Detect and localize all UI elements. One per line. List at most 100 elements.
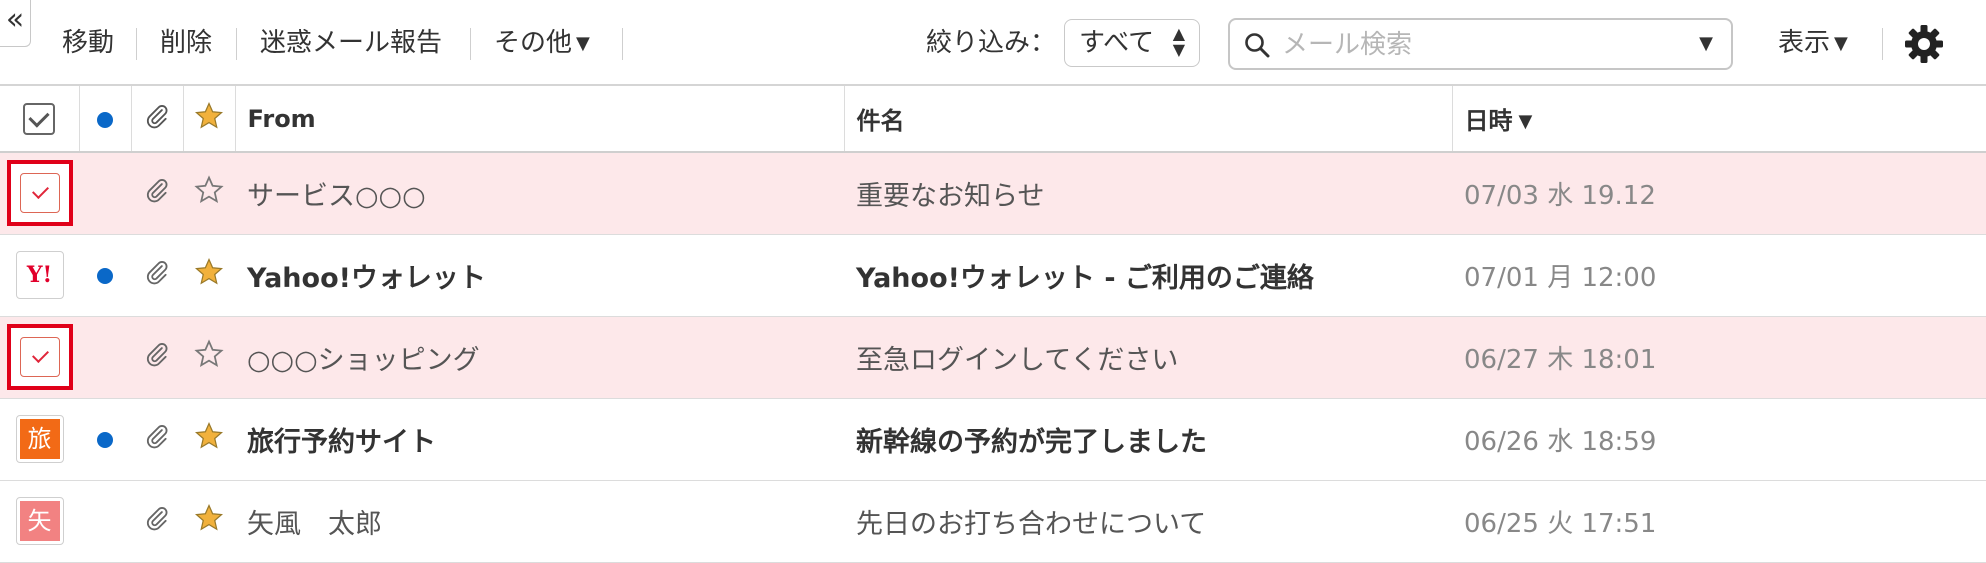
caret-down-icon: ▼ <box>576 33 590 54</box>
star-cell[interactable] <box>183 316 235 398</box>
toolbar-divider <box>136 28 137 60</box>
star-cell[interactable] <box>183 234 235 316</box>
unread-cell[interactable] <box>79 316 131 398</box>
paperclip-icon <box>146 260 168 284</box>
search-options-dropdown-icon[interactable]: ▼ <box>1699 33 1713 54</box>
row-select-cell: Y! <box>0 234 79 316</box>
move-button[interactable]: 移動 <box>62 20 114 66</box>
select-all-checkbox[interactable] <box>23 102 56 135</box>
paperclip-icon <box>146 424 168 448</box>
toolbar-divider <box>1882 28 1883 60</box>
star-icon <box>194 101 224 129</box>
attachment-cell <box>131 316 183 398</box>
mail-row[interactable]: サービス○○○ 重要なお知らせ 07/03 水 19.12 <box>0 152 1986 234</box>
gear-icon[interactable] <box>1904 24 1944 64</box>
view-menu-button[interactable]: 表示 ▼ <box>1778 20 1848 66</box>
toolbar-divider <box>236 28 237 60</box>
more-menu-label: その他 <box>494 28 573 58</box>
search-icon <box>1245 33 1270 58</box>
row-select-cell <box>0 316 79 398</box>
row-from: 矢風 太郎 <box>247 508 382 540</box>
subject-header-label: 件名 <box>856 107 905 135</box>
star-cell[interactable] <box>183 398 235 480</box>
select-arrows-icon: ▲ ▼ <box>1172 24 1185 59</box>
attachment-column-header[interactable] <box>131 86 184 153</box>
star-cell[interactable] <box>183 480 235 562</box>
toolbar-divider <box>470 28 471 60</box>
row-from: ○○○ショッピング <box>247 344 480 376</box>
row-from: 旅行予約サイト <box>247 426 436 458</box>
star-filled-icon <box>194 257 224 285</box>
paperclip-icon <box>146 178 168 203</box>
row-subject[interactable]: 先日のお打ち合わせについて <box>844 480 1452 562</box>
avatar-initial: 旅 <box>19 419 60 459</box>
row-checkbox-checked[interactable] <box>6 160 73 227</box>
search-input[interactable] <box>1280 28 1664 62</box>
row-subject[interactable]: 至急ログインしてください <box>844 316 1452 398</box>
row-subject[interactable]: Yahoo!ウォレット - ご利用のご連絡 <box>844 234 1452 316</box>
star-filled-icon <box>194 503 224 531</box>
mail-search-box[interactable]: ▼ <box>1228 18 1733 70</box>
paperclip-icon <box>146 506 168 530</box>
select-all-cell <box>0 86 80 153</box>
row-date: 06/25 火 17:51 <box>1464 508 1657 539</box>
unread-cell[interactable] <box>79 398 131 480</box>
filter-select[interactable]: すべて ▲ ▼ <box>1064 19 1200 67</box>
row-from: Yahoo!ウォレット <box>247 262 486 294</box>
spam-report-button[interactable]: 迷惑メール報告 <box>260 20 442 66</box>
row-date: 06/27 木 18:01 <box>1464 344 1657 375</box>
collapse-sidebar-button[interactable]: « <box>0 0 31 47</box>
row-select-cell <box>0 152 79 234</box>
caret-down-icon: ▼ <box>1834 33 1848 54</box>
avatar-initial: 矢 <box>19 501 60 541</box>
toolbar-divider <box>622 28 623 60</box>
date-column-header[interactable]: 日時 ▼ <box>1452 86 1986 153</box>
mail-list-table: From 件名 日時 ▼ サービス○○○ 重要なお知らせ 07/03 水 19.1… <box>0 86 1986 563</box>
unread-column-header[interactable] <box>79 86 132 153</box>
table-header-row: From 件名 日時 ▼ <box>0 86 1986 153</box>
mail-row[interactable]: 旅 旅行予約サイト 新幹線の予約が完了しました 06/26 水 18:59 <box>0 398 1986 480</box>
row-subject[interactable]: 重要なお知らせ <box>844 152 1452 234</box>
view-menu-label: 表示 <box>1778 28 1831 58</box>
unread-dot-icon <box>97 432 113 448</box>
from-header-label: From <box>247 104 316 133</box>
unread-cell[interactable] <box>79 152 131 234</box>
row-checkbox-checked[interactable] <box>6 324 73 390</box>
row-from: サービス○○○ <box>247 180 426 212</box>
attachment-cell <box>131 480 183 562</box>
delete-button[interactable]: 削除 <box>160 20 212 66</box>
unread-cell[interactable] <box>79 234 131 316</box>
date-header-label: 日時 <box>1464 107 1513 135</box>
row-select-cell: 矢 <box>0 480 79 562</box>
paperclip-icon <box>146 342 168 366</box>
attachment-cell <box>131 152 183 234</box>
paperclip-icon <box>146 104 168 128</box>
yahoo-logo: Y! <box>26 262 53 288</box>
mail-toolbar: « 移動 削除 迷惑メール報告 その他▼ 絞り込み： すべて ▲▼ ▼ 表示▼ <box>0 0 1986 86</box>
star-column-header[interactable] <box>183 86 236 153</box>
star-outline-icon <box>194 338 224 367</box>
unread-cell[interactable] <box>79 480 131 562</box>
unread-dot-icon <box>97 111 113 128</box>
row-date: 07/01 月 12:00 <box>1464 262 1657 293</box>
sender-avatar[interactable]: 旅 <box>15 415 64 463</box>
subject-column-header[interactable]: 件名 <box>844 86 1453 153</box>
filter-select-value: すべて <box>1079 28 1155 58</box>
mail-row[interactable]: ○○○ショッピング 至急ログインしてください 06/27 木 18:01 <box>0 316 1986 398</box>
star-outline-icon <box>194 175 224 203</box>
sender-avatar[interactable]: Y! <box>15 251 64 299</box>
mail-row[interactable]: Y! Yahoo!ウォレット Yahoo!ウォレット - ご利用のご連絡 07/… <box>0 234 1986 316</box>
mail-row[interactable]: 矢 矢風 太郎 先日のお打ち合わせについて 06/25 火 17:51 <box>0 480 1986 562</box>
unread-dot-icon <box>97 268 113 284</box>
star-filled-icon <box>194 421 224 449</box>
filter-label: 絞り込み： <box>926 28 1057 58</box>
sender-avatar[interactable]: 矢 <box>15 497 64 545</box>
more-menu-button[interactable]: その他 ▼ <box>494 20 590 66</box>
row-date: 06/26 水 18:59 <box>1464 426 1657 457</box>
attachment-cell <box>131 234 183 316</box>
star-cell[interactable] <box>183 152 235 234</box>
attachment-cell <box>131 398 183 480</box>
from-column-header[interactable]: From <box>235 86 845 153</box>
row-subject[interactable]: 新幹線の予約が完了しました <box>844 398 1452 480</box>
row-select-cell: 旅 <box>0 398 79 480</box>
